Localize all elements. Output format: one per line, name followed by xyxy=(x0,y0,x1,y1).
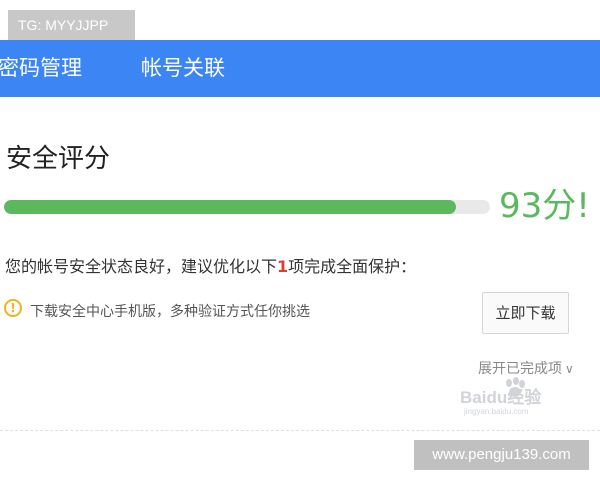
watermark-top-left: TG: MYYJJPP xyxy=(8,10,135,40)
status-prefix: 您的帐号安全状态良好，建议优化以下 xyxy=(5,257,278,276)
download-app-hint: 下载安全中心手机版，多种验证方式任你挑选 xyxy=(30,304,310,320)
exclamation-circle-icon: ! xyxy=(4,299,22,317)
status-suffix: 项完成全面保护： xyxy=(288,257,417,276)
page: TG: MYYJJPP 密码管理 帐号关联 安全评分 93分! 您的帐号安全状态… xyxy=(0,0,600,480)
baidu-logo-text: Baidu经验 xyxy=(460,387,542,407)
security-score-value: 93分! xyxy=(499,186,590,226)
tab-account-linking[interactable]: 帐号关联 xyxy=(141,40,225,97)
security-progress-fill xyxy=(4,200,456,214)
download-now-button[interactable]: 立即下载 xyxy=(482,292,569,334)
chevron-down-icon: ∨ xyxy=(565,362,574,376)
tab-bar: 密码管理 帐号关联 xyxy=(0,40,600,97)
watermark-bottom-right: www.pengju139.com xyxy=(414,440,589,470)
expand-completed-items-link[interactable]: 展开已完成项 ∨ xyxy=(478,358,574,378)
dashed-divider xyxy=(0,430,600,431)
baidu-jingyan-watermark: Baidu经验 jingyan.baidu.com xyxy=(460,377,542,416)
tab-password-management[interactable]: 密码管理 xyxy=(0,40,82,97)
security-progress-bar xyxy=(4,200,490,214)
expand-label: 展开已完成项 xyxy=(478,361,562,377)
baidu-url-text: jingyan.baidu.com xyxy=(463,407,529,416)
security-status-message: 您的帐号安全状态良好，建议优化以下1项完成全面保护： xyxy=(5,253,416,277)
security-score-title: 安全评分 xyxy=(6,144,111,174)
status-count: 1 xyxy=(277,257,289,276)
